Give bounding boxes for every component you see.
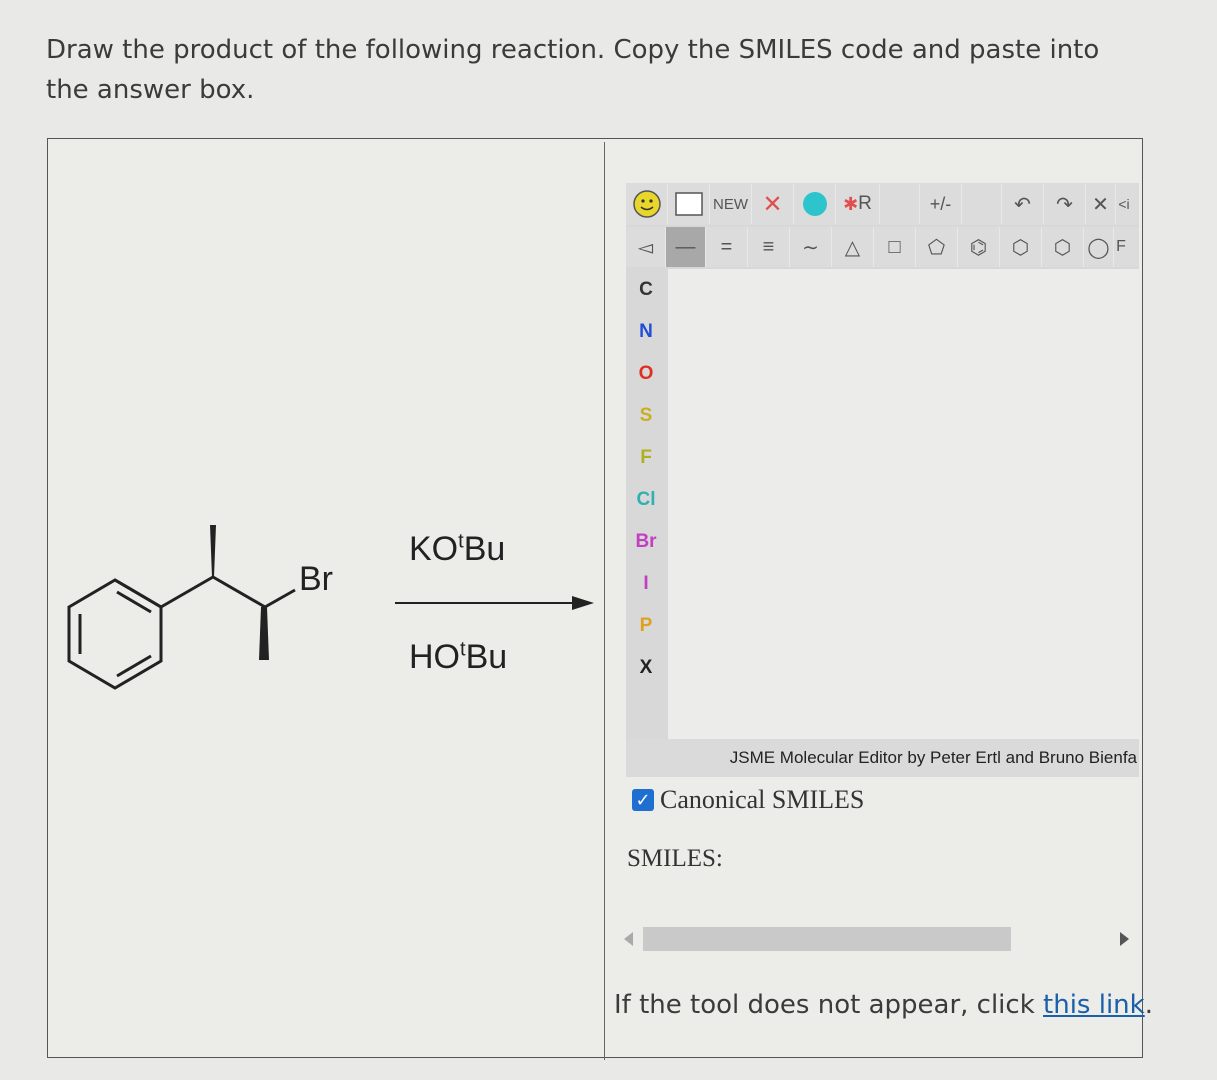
cyan-circle-icon bbox=[802, 192, 827, 216]
smiles-label: SMILES: bbox=[627, 845, 723, 872]
octagon-icon: ◯ bbox=[1087, 236, 1110, 259]
atom-button-i[interactable]: I bbox=[626, 563, 666, 605]
mark-atom-button[interactable] bbox=[794, 184, 836, 224]
reaction-arrow-head bbox=[572, 596, 594, 610]
triangle-icon: △ bbox=[844, 236, 861, 259]
r-group-icon: ✱ bbox=[843, 193, 859, 214]
jsme-toolbar-top: NEW ✕ ✱ R +/- ↶ ↷ ✕ <i bbox=[626, 183, 1139, 225]
smiley-button[interactable] bbox=[626, 184, 668, 224]
jsme-drawing-canvas[interactable] bbox=[668, 269, 1139, 739]
r-group-button[interactable]: ✱ R bbox=[836, 184, 880, 224]
ring5-button[interactable]: ⬠ bbox=[916, 227, 958, 267]
hexagon-icon: ⬡ bbox=[1011, 236, 1030, 259]
blank-tool-1[interactable] bbox=[880, 184, 920, 224]
scroll-left-arrow-icon[interactable] bbox=[624, 932, 633, 946]
jsme-editor[interactable]: NEW ✕ ✱ R +/- ↶ ↷ ✕ <i ◅ — = ≡ ∼ △ □ ⬠ ⌬ … bbox=[626, 183, 1139, 777]
clear-button[interactable]: ✕ bbox=[1086, 184, 1116, 224]
pentagon-icon: ⬠ bbox=[927, 236, 946, 259]
undo-icon: ↶ bbox=[1014, 193, 1031, 216]
scroll-right-arrow-icon[interactable] bbox=[1120, 932, 1129, 946]
jsme-credit: JSME Molecular Editor by Peter Ertl and … bbox=[626, 739, 1139, 777]
fallback-message: If the tool does not appear, click this … bbox=[614, 990, 1153, 1020]
jsme-atom-palette: C N O S F Cl Br I P X bbox=[626, 269, 666, 689]
atom-button-br[interactable]: Br bbox=[626, 521, 666, 563]
ring7-button[interactable]: ⬡ bbox=[1042, 227, 1084, 267]
atom-button-cl[interactable]: Cl bbox=[626, 479, 666, 521]
ring8-button[interactable]: ◯ bbox=[1084, 227, 1114, 267]
new-button[interactable]: NEW bbox=[710, 184, 752, 224]
double-bond-button[interactable]: = bbox=[706, 227, 748, 267]
scroll-thumb[interactable] bbox=[643, 927, 1011, 951]
triple-bond-icon: ≡ bbox=[762, 235, 775, 258]
undo-button[interactable]: ↶ bbox=[1002, 184, 1044, 224]
clipboard-button[interactable]: <i bbox=[1116, 184, 1132, 224]
atom-button-p[interactable]: P bbox=[626, 605, 666, 647]
delete-button[interactable]: ✕ bbox=[752, 184, 794, 224]
clear-x-icon: ✕ bbox=[1092, 193, 1109, 216]
canonical-smiles-label: Canonical SMILES bbox=[660, 785, 865, 814]
redo-icon: ↷ bbox=[1056, 193, 1073, 216]
reagent-top: KOtBu bbox=[409, 530, 506, 568]
delete-x-icon: ✕ bbox=[762, 190, 783, 218]
question-text: Draw the product of the following reacti… bbox=[46, 35, 1100, 105]
bromine-label: Br bbox=[299, 560, 333, 598]
smiley-icon bbox=[632, 190, 661, 218]
wedge-bond-button[interactable]: ◅ bbox=[626, 227, 666, 267]
frame-divider bbox=[604, 142, 605, 1060]
atom-button-n[interactable]: N bbox=[626, 311, 666, 353]
single-bond-icon: — bbox=[675, 235, 696, 258]
chain-icon: ∼ bbox=[802, 236, 819, 259]
square-icon bbox=[674, 192, 703, 216]
redo-button[interactable]: ↷ bbox=[1044, 184, 1086, 224]
benzene-icon: ⌬ bbox=[969, 236, 988, 259]
atom-button-c[interactable]: C bbox=[626, 269, 666, 311]
smiles-scrollbar[interactable] bbox=[620, 925, 1140, 953]
ring6-button[interactable]: ⬡ bbox=[1000, 227, 1042, 267]
triple-bond-button[interactable]: ≡ bbox=[748, 227, 790, 267]
select-box-button[interactable] bbox=[668, 184, 710, 224]
atom-button-x[interactable]: X bbox=[626, 647, 666, 689]
atom-button-s[interactable]: S bbox=[626, 395, 666, 437]
canonical-smiles-checkbox[interactable]: ✓ bbox=[632, 789, 654, 811]
atom-button-o[interactable]: O bbox=[626, 353, 666, 395]
wedge-icon: ◅ bbox=[637, 236, 654, 259]
fused-ring-button[interactable]: F bbox=[1114, 227, 1128, 267]
single-bond-button[interactable]: — bbox=[666, 227, 706, 267]
reaction-scheme: Br KOtBu HOtBu bbox=[49, 140, 603, 1056]
canonical-smiles-option[interactable]: ✓ Canonical SMILES bbox=[632, 785, 864, 815]
double-bond-icon: = bbox=[720, 235, 733, 258]
fallback-link[interactable]: this link bbox=[1043, 990, 1145, 1020]
chain-button[interactable]: ∼ bbox=[790, 227, 832, 267]
benzene-button[interactable]: ⌬ bbox=[958, 227, 1000, 267]
reagent-bottom: HOtBu bbox=[409, 638, 508, 676]
heptagon-icon: ⬡ bbox=[1053, 236, 1072, 259]
ring3-button[interactable]: △ bbox=[832, 227, 874, 267]
reaction-arrow bbox=[395, 602, 580, 604]
charge-button[interactable]: +/- bbox=[920, 184, 962, 224]
jsme-toolbar-bonds: ◅ — = ≡ ∼ △ □ ⬠ ⌬ ⬡ ⬡ ◯ F bbox=[626, 227, 1139, 267]
blank-tool-2[interactable] bbox=[962, 184, 1002, 224]
atom-button-f[interactable]: F bbox=[626, 437, 666, 479]
ring4-button[interactable]: □ bbox=[874, 227, 916, 267]
square-ring-icon: □ bbox=[888, 235, 901, 258]
